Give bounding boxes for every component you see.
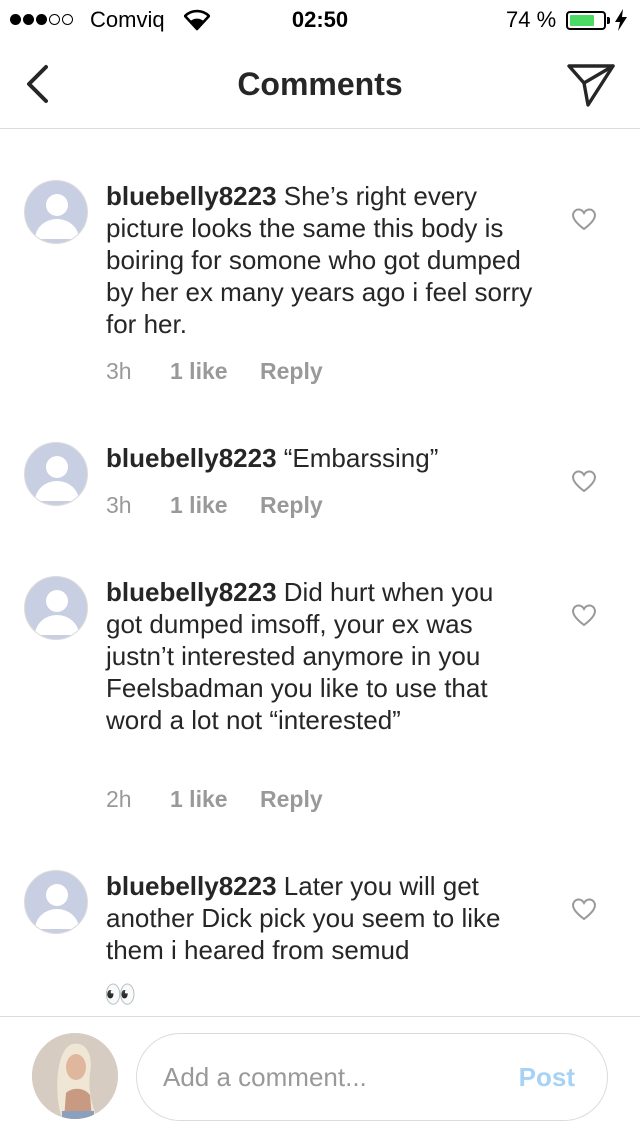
reply-button[interactable]: Reply (260, 358, 323, 385)
post-button[interactable]: Post (519, 1062, 575, 1093)
comment-time: 3h (106, 492, 132, 518)
battery-tip (607, 17, 610, 24)
charging-bolt-icon (615, 9, 627, 31)
heart-icon[interactable] (570, 206, 598, 232)
battery-percentage: 74 % (506, 7, 557, 32)
page-title: Comments (237, 66, 403, 102)
comment-time: 3h (106, 358, 132, 384)
comment-input-bar: Add a comment... Post (0, 1016, 640, 1137)
comment-placeholder: Add a comment... (163, 1062, 367, 1092)
comment-username[interactable]: bluebelly8223 (106, 443, 277, 473)
comment-username[interactable]: bluebelly8223 (106, 181, 277, 211)
likes-count[interactable]: 1 like (170, 358, 228, 385)
avatar[interactable] (24, 180, 88, 244)
eyes-emoji: 👀 (104, 979, 137, 1009)
reply-button[interactable]: Reply (260, 492, 323, 519)
navigation-bar: Comments (0, 40, 640, 129)
comment-text: bluebelly8223 She’s right every picture … (106, 180, 536, 340)
comment-time: 2h (106, 786, 132, 812)
status-bar: Comviq 02:50 74 % (0, 0, 640, 40)
comment-input[interactable]: Add a comment... Post (136, 1033, 608, 1121)
likes-count[interactable]: 1 like (170, 786, 228, 813)
avatar[interactable] (24, 870, 88, 934)
comment-text: bluebelly8223 “Embarssing” (106, 442, 536, 474)
comment-username[interactable]: bluebelly8223 (106, 871, 277, 901)
current-user-avatar (32, 1033, 118, 1119)
avatar[interactable] (24, 442, 88, 506)
comment-body: “Embarssing” (276, 443, 439, 473)
heart-icon[interactable] (570, 602, 598, 628)
comment-text: bluebelly8223 Later you will get another… (106, 870, 536, 966)
comment-username[interactable]: bluebelly8223 (106, 577, 277, 607)
avatar[interactable] (24, 576, 88, 640)
heart-icon[interactable] (570, 468, 598, 494)
paper-plane-icon[interactable] (566, 62, 616, 108)
reply-button[interactable]: Reply (260, 786, 323, 813)
comment-text: bluebelly8223 Did hurt when you got dump… (106, 576, 536, 736)
likes-count[interactable]: 1 like (170, 492, 228, 519)
heart-icon[interactable] (570, 896, 598, 922)
battery-icon (566, 11, 606, 30)
